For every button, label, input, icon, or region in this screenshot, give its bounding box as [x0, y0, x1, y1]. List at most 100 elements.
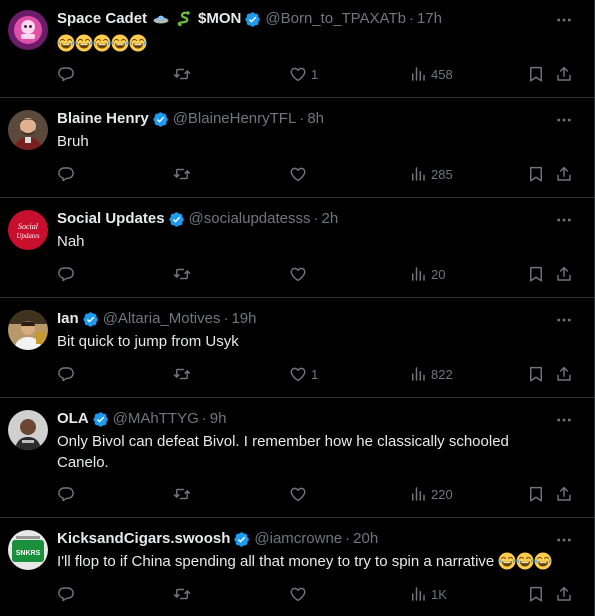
bookmark-button[interactable] — [527, 264, 545, 284]
timestamp[interactable]: 20h — [353, 529, 378, 549]
bookmark-button[interactable] — [527, 164, 545, 184]
reply-button[interactable] — [57, 64, 75, 84]
tweet-text — [57, 33, 575, 54]
views-button[interactable]: 1K — [409, 584, 447, 604]
bookmark-icon — [527, 485, 545, 503]
retweet-button[interactable] — [173, 484, 191, 504]
more-icon[interactable] — [555, 211, 573, 229]
tweet-text: Only Bivol can defeat Bivol. I remember … — [57, 431, 575, 473]
retweet-button[interactable] — [173, 364, 191, 384]
retweet-icon — [173, 265, 191, 283]
view-count: 20 — [431, 266, 446, 282]
share-button[interactable] — [555, 264, 573, 284]
like-button[interactable]: 1 — [289, 364, 318, 384]
tweet-header: Blaine Henry @BlaineHenryTFL · 8h — [57, 109, 324, 129]
like-button[interactable] — [289, 264, 311, 284]
reply-button[interactable] — [57, 164, 75, 184]
timestamp[interactable]: 9h — [210, 409, 227, 429]
display-name[interactable]: Blaine Henry — [57, 109, 149, 129]
bookmark-button[interactable] — [527, 584, 545, 604]
reply-button[interactable] — [57, 484, 75, 504]
tweet-header: Social Updates @socialupdatesss · 2h — [57, 209, 339, 229]
reply-icon — [57, 165, 75, 183]
tweet-5[interactable]: OLA @MAhTTYG · 9h Only Bivol can defeat … — [0, 398, 595, 518]
reply-button[interactable] — [57, 264, 75, 284]
tweet-4[interactable]: Ian @Altaria_Motives · 19h Bit quick to … — [0, 298, 595, 398]
more-icon[interactable] — [555, 531, 573, 549]
more-icon[interactable] — [555, 11, 573, 29]
tweet-actions: 1 458 — [57, 64, 579, 84]
bookmark-button[interactable] — [527, 364, 545, 384]
retweet-button[interactable] — [173, 164, 191, 184]
share-button[interactable] — [555, 484, 573, 504]
verified-badge-icon — [244, 11, 261, 28]
views-button[interactable]: 20 — [409, 264, 445, 284]
tweet-actions: 220 — [57, 484, 579, 504]
laughing-emoji-icon — [93, 34, 111, 52]
tweet-2[interactable]: Blaine Henry @BlaineHenryTFL · 8h Bruh 2… — [0, 98, 595, 198]
more-icon[interactable] — [555, 411, 573, 429]
tweet-header: Ian @Altaria_Motives · 19h — [57, 309, 257, 329]
display-name[interactable]: Social Updates — [57, 209, 165, 229]
share-icon — [555, 485, 573, 503]
display-name[interactable]: KicksandCigars.swoosh — [57, 529, 230, 549]
timestamp[interactable]: 2h — [322, 209, 339, 229]
share-button[interactable] — [555, 364, 573, 384]
display-name[interactable]: Ian — [57, 309, 79, 329]
handle[interactable]: @socialupdatesss — [189, 209, 311, 229]
timestamp[interactable]: 8h — [307, 109, 324, 129]
tweet-3[interactable]: Social Updates Social Updates @socialupda… — [0, 198, 595, 298]
reply-icon — [57, 365, 75, 383]
views-button[interactable]: 822 — [409, 364, 453, 384]
share-button[interactable] — [555, 584, 573, 604]
display-name-suffix: $MON — [198, 10, 242, 27]
share-icon — [555, 365, 573, 383]
reply-button[interactable] — [57, 364, 75, 384]
handle[interactable]: @MAhTTYG — [113, 409, 199, 429]
display-name[interactable]: Space Cadet — [57, 9, 147, 29]
avatar[interactable]: SNKRS — [8, 530, 48, 570]
views-button[interactable]: 458 — [409, 64, 453, 84]
retweet-button[interactable] — [173, 264, 191, 284]
views-button[interactable]: 285 — [409, 164, 453, 184]
like-button[interactable] — [289, 584, 311, 604]
like-button[interactable]: 1 — [289, 64, 318, 84]
handle[interactable]: @Altaria_Motives — [103, 309, 221, 329]
bookmark-button[interactable] — [527, 484, 545, 504]
handle[interactable]: @iamcrowne — [254, 529, 342, 549]
tweet-text: Bruh — [57, 133, 89, 150]
bookmark-button[interactable] — [527, 64, 545, 84]
share-button[interactable] — [555, 64, 573, 84]
retweet-button[interactable] — [173, 584, 191, 604]
tweet-6[interactable]: SNKRS KicksandCigars.swoosh @iamcrowne ·… — [0, 518, 595, 616]
view-count: 822 — [431, 366, 453, 382]
reply-button[interactable] — [57, 584, 75, 604]
more-icon[interactable] — [555, 111, 573, 129]
more-icon[interactable] — [555, 311, 573, 329]
views-button[interactable]: 220 — [409, 484, 453, 504]
avatar[interactable] — [8, 410, 48, 450]
snake-emoji-icon — [177, 11, 190, 27]
like-button[interactable] — [289, 164, 311, 184]
tweet-1[interactable]: Space Cadet $MON @Born_to_TPAXATb · 17h … — [0, 0, 595, 98]
handle[interactable]: @BlaineHenryTFL — [173, 109, 297, 129]
retweet-button[interactable] — [173, 64, 191, 84]
avatar[interactable] — [8, 10, 48, 50]
retweet-icon — [173, 485, 191, 503]
share-icon — [555, 585, 573, 603]
avatar[interactable]: Social Updates — [8, 210, 48, 250]
verified-badge-icon — [92, 411, 109, 428]
retweet-icon — [173, 365, 191, 383]
timestamp[interactable]: 19h — [231, 309, 256, 329]
views-icon — [409, 165, 427, 183]
handle[interactable]: @Born_to_TPAXATb — [265, 9, 406, 29]
timestamp[interactable]: 17h — [417, 9, 442, 29]
like-button[interactable] — [289, 484, 311, 504]
views-icon — [409, 65, 427, 83]
svg-text:Social: Social — [18, 222, 39, 231]
view-count: 220 — [431, 486, 453, 502]
avatar[interactable] — [8, 310, 48, 350]
avatar[interactable] — [8, 110, 48, 150]
display-name[interactable]: OLA — [57, 409, 89, 429]
share-button[interactable] — [555, 164, 573, 184]
